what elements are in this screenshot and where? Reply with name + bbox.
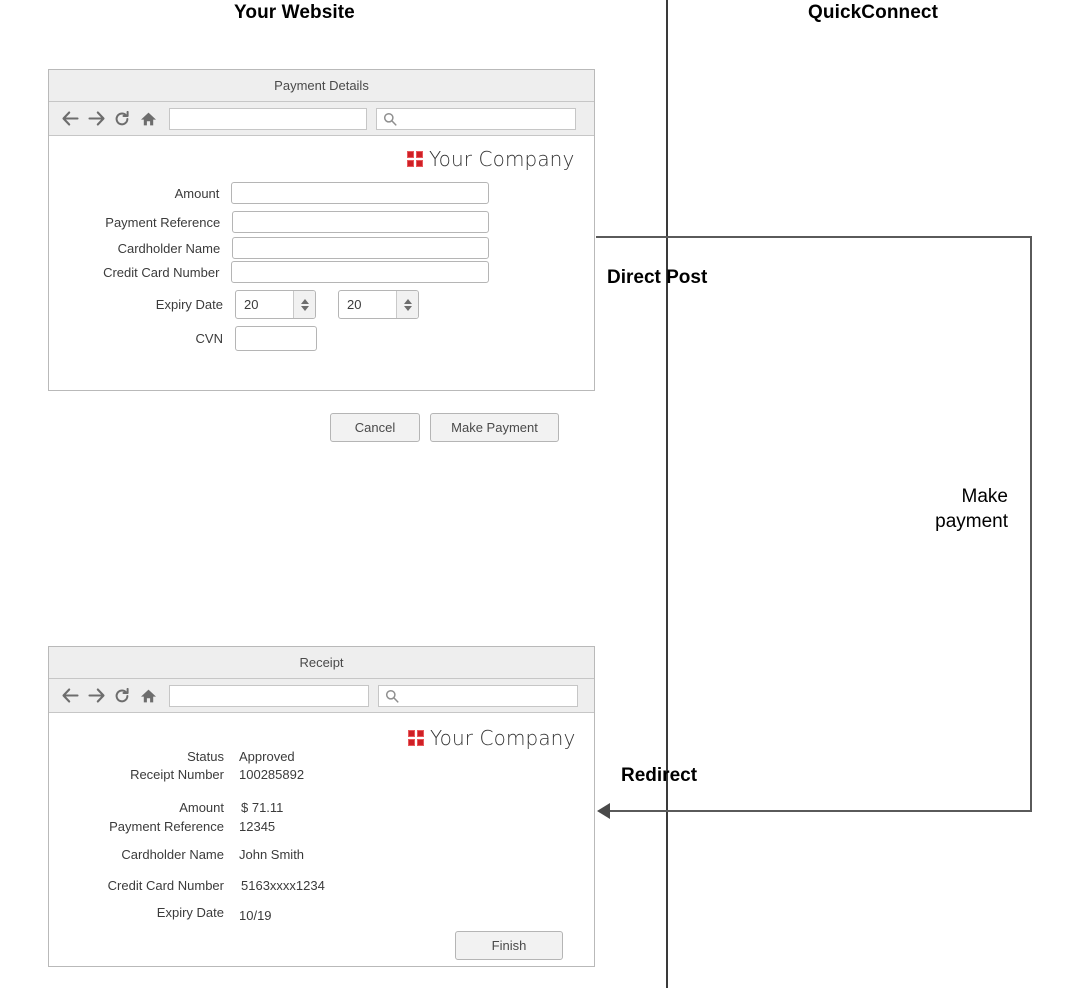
chevron-up-icon bbox=[300, 298, 309, 304]
reload-icon[interactable] bbox=[109, 684, 135, 708]
form-row-amount: Amount bbox=[49, 182, 489, 204]
expiry-year-stepper[interactable]: 20 bbox=[338, 290, 419, 319]
label-receipt-number: Receipt Number bbox=[130, 767, 224, 782]
annotation-make-payment: Make payment bbox=[880, 484, 1008, 534]
four-squares-logo-icon bbox=[407, 151, 423, 167]
arrow-left-icon[interactable] bbox=[57, 684, 83, 708]
label-payment-reference: Payment Reference bbox=[109, 819, 224, 834]
form-row-cardholder-name: Cardholder Name bbox=[49, 237, 489, 259]
flow-label-redirect: Redirect bbox=[621, 765, 698, 786]
label-amount: Amount bbox=[174, 185, 220, 201]
value-expiry-date: 10/19 bbox=[239, 908, 272, 923]
chevron-down-icon bbox=[403, 305, 412, 311]
reload-icon[interactable] bbox=[109, 107, 135, 131]
label-credit-card-number: Credit Card Number bbox=[107, 878, 224, 893]
url-input[interactable] bbox=[169, 684, 369, 707]
url-input[interactable] bbox=[169, 107, 367, 130]
label-expiry-date: Expiry Date bbox=[156, 905, 224, 920]
browser-window-payment-details: Payment Details Your Company Amount Paym… bbox=[48, 69, 595, 442]
label-payment-reference: Payment Reference bbox=[105, 214, 221, 230]
expiry-month-stepper[interactable]: 20 bbox=[235, 290, 316, 319]
form-row-payment-reference: Payment Reference bbox=[49, 211, 489, 233]
search-input[interactable] bbox=[378, 684, 578, 707]
label-cvn: CVN bbox=[195, 331, 223, 346]
company-logo-payment: Your Company bbox=[407, 147, 574, 171]
flow-arrow-direct-post bbox=[596, 236, 1032, 238]
value-cardholder-name: John Smith bbox=[239, 847, 305, 862]
value-amount: $ 71.11 bbox=[241, 800, 284, 815]
input-amount[interactable] bbox=[231, 182, 489, 204]
browser-toolbar-receipt bbox=[49, 679, 594, 713]
company-name: Your Company bbox=[429, 147, 575, 171]
arrow-head-icon bbox=[597, 803, 610, 819]
column-title-your-website: Your Website bbox=[234, 2, 355, 23]
search-icon bbox=[385, 689, 399, 703]
expiry-month-spin-buttons[interactable] bbox=[293, 291, 315, 318]
titlebar-receipt: Receipt bbox=[49, 647, 594, 679]
finish-button[interactable]: Finish bbox=[455, 931, 563, 960]
input-credit-card-number[interactable] bbox=[231, 261, 489, 283]
flow-connector-vertical bbox=[1030, 236, 1032, 812]
form-row-expiry-date: Expiry Date 20 20 bbox=[49, 290, 419, 319]
chevron-down-icon bbox=[300, 305, 309, 311]
label-cardholder-name: Cardholder Name bbox=[117, 240, 221, 256]
flow-label-direct-post: Direct Post bbox=[607, 267, 708, 288]
arrow-right-icon[interactable] bbox=[83, 107, 109, 131]
window-title: Payment Details bbox=[274, 78, 369, 93]
home-icon[interactable] bbox=[135, 684, 161, 708]
four-squares-logo-icon bbox=[408, 730, 424, 746]
expiry-month-value: 20 bbox=[244, 297, 259, 312]
titlebar-payment-details: Payment Details bbox=[49, 70, 594, 102]
label-cardholder-name: Cardholder Name bbox=[121, 847, 224, 862]
cancel-button[interactable]: Cancel bbox=[330, 413, 420, 442]
expiry-year-value: 20 bbox=[347, 297, 362, 312]
input-cardholder-name[interactable] bbox=[232, 237, 489, 259]
page-content-receipt: Your Company Status Approved Receipt Num… bbox=[49, 713, 594, 966]
label-amount: Amount bbox=[179, 800, 224, 815]
form-row-credit-card-number: Credit Card Number bbox=[49, 261, 489, 283]
expiry-year-spin-buttons[interactable] bbox=[396, 291, 418, 318]
form-row-cvn: CVN bbox=[49, 326, 317, 351]
flow-arrow-redirect bbox=[608, 810, 1032, 812]
swimlane-divider bbox=[666, 0, 668, 988]
chevron-up-icon bbox=[403, 298, 412, 304]
annotation-line-2: payment bbox=[935, 511, 1008, 532]
browser-toolbar-payment bbox=[49, 102, 594, 136]
search-icon bbox=[383, 112, 397, 126]
make-payment-button[interactable]: Make Payment bbox=[430, 413, 559, 442]
company-logo-receipt: Your Company bbox=[408, 726, 575, 750]
label-credit-card-number: Credit Card Number bbox=[103, 264, 220, 280]
value-payment-reference: 12345 bbox=[239, 819, 276, 834]
arrow-left-icon[interactable] bbox=[57, 107, 83, 131]
company-name: Your Company bbox=[430, 726, 576, 750]
home-icon[interactable] bbox=[135, 107, 161, 131]
browser-window-receipt: Receipt Your Company Status Approved Rec… bbox=[48, 646, 595, 967]
value-credit-card-number: 5163xxxx1234 bbox=[241, 878, 325, 893]
value-status: Approved bbox=[239, 749, 295, 764]
window-title: Receipt bbox=[299, 655, 344, 670]
label-status: Status bbox=[187, 749, 224, 764]
arrow-right-icon[interactable] bbox=[83, 684, 109, 708]
search-input[interactable] bbox=[376, 107, 576, 130]
annotation-line-1: Make bbox=[961, 486, 1008, 507]
value-receipt-number: 100285892 bbox=[239, 767, 305, 782]
page-content-payment: Your Company Amount Payment Reference Ca… bbox=[49, 136, 594, 442]
input-payment-reference[interactable] bbox=[232, 211, 489, 233]
label-expiry-date: Expiry Date bbox=[155, 297, 223, 312]
input-cvn[interactable] bbox=[235, 326, 317, 351]
column-title-quickconnect: QuickConnect bbox=[808, 2, 938, 23]
